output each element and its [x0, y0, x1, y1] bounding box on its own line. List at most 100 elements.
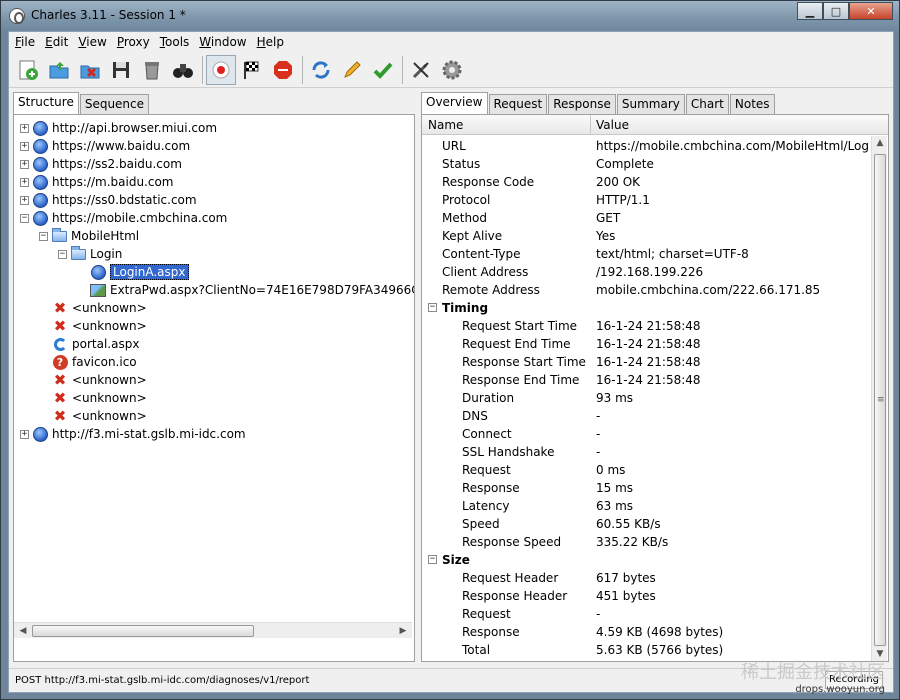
new-session-icon[interactable]: [13, 55, 43, 85]
menu-edit[interactable]: Edit: [39, 32, 72, 52]
breakpoints-flag-icon[interactable]: [237, 55, 267, 85]
tree-node[interactable]: + https://ss2.baidu.com: [20, 155, 182, 173]
save-session-icon[interactable]: [106, 55, 136, 85]
property-row[interactable]: Response Header 451 bytes: [422, 587, 872, 605]
charles-app-icon[interactable]: [9, 8, 25, 24]
property-row[interactable]: Response Start Time 16-1-24 21:58:48: [422, 353, 872, 371]
settings-gear-icon[interactable]: [437, 55, 467, 85]
property-row[interactable]: Speed 60.55 KB/s: [422, 515, 872, 533]
property-row[interactable]: Latency 63 ms: [422, 497, 872, 515]
property-row[interactable]: Remote Address mobile.cmbchina.com/222.66…: [422, 281, 872, 299]
property-row[interactable]: URL https://mobile.cmbchina.com/MobileHtm…: [422, 137, 872, 155]
horizontal-scrollbar[interactable]: ◀ ▶: [14, 622, 412, 638]
expand-icon[interactable]: +: [20, 195, 29, 205]
property-row[interactable]: Content-Type text/html; charset=UTF-8: [422, 245, 872, 263]
property-row[interactable]: Response Code 200 OK: [422, 173, 872, 191]
vertical-scrollbar[interactable]: ▲ ≡ ▼: [871, 136, 887, 661]
value-column-header[interactable]: Value: [596, 118, 629, 132]
name-column-header[interactable]: Name: [428, 118, 463, 132]
tree-node[interactable]: ✖ <unknown>: [39, 371, 147, 389]
tree-node[interactable]: − Login: [58, 245, 122, 263]
scroll-right-icon[interactable]: ▶: [396, 625, 410, 637]
find-binoculars-icon[interactable]: [168, 55, 198, 85]
structure-tree[interactable]: + http://api.browser.miui.com + https://www…: [13, 114, 415, 662]
menu-window[interactable]: Window: [193, 32, 250, 52]
tree-node[interactable]: + https://ss0.bdstatic.com: [20, 191, 197, 209]
edit-pencil-icon[interactable]: [337, 55, 367, 85]
clear-session-icon[interactable]: [137, 55, 167, 85]
collapse-icon[interactable]: −: [20, 213, 29, 223]
tab-chart[interactable]: Chart: [685, 94, 729, 114]
property-row[interactable]: Request Header 617 bytes: [422, 569, 872, 587]
overview-grid[interactable]: Name Value URL https://mobile.cmbchina.co…: [421, 114, 889, 662]
expand-icon[interactable]: +: [20, 141, 29, 151]
scroll-up-icon[interactable]: ▲: [873, 137, 887, 149]
property-row[interactable]: Response 4.59 KB (4698 bytes): [422, 623, 872, 641]
collapse-icon[interactable]: −: [428, 555, 437, 564]
stop-icon[interactable]: [268, 55, 298, 85]
close-session-icon[interactable]: [75, 55, 105, 85]
property-row[interactable]: Protocol HTTP/1.1: [422, 191, 872, 209]
property-row[interactable]: DNS -: [422, 407, 872, 425]
scroll-left-icon[interactable]: ◀: [16, 625, 30, 637]
title-bar[interactable]: Charles 3.11 - Session 1 * ▁ □ ✕: [1, 1, 899, 31]
property-row[interactable]: Request -: [422, 605, 872, 623]
tree-node[interactable]: LoginA.aspx: [77, 263, 189, 281]
property-row[interactable]: SSL Handshake -: [422, 443, 872, 461]
tree-node[interactable]: + http://api.browser.miui.com: [20, 119, 217, 137]
tree-node[interactable]: ✖ <unknown>: [39, 389, 147, 407]
menu-proxy[interactable]: Proxy: [111, 32, 154, 52]
open-session-icon[interactable]: [44, 55, 74, 85]
collapse-icon[interactable]: −: [39, 231, 48, 241]
group-row[interactable]: − Size: [422, 551, 872, 569]
expand-icon[interactable]: +: [20, 177, 29, 187]
horizontal-scroll-thumb[interactable]: [32, 625, 254, 637]
repeat-icon[interactable]: [306, 55, 336, 85]
tab-structure[interactable]: Structure: [13, 92, 79, 114]
property-row[interactable]: Request 0 ms: [422, 461, 872, 479]
property-row[interactable]: Connect -: [422, 425, 872, 443]
collapse-icon[interactable]: −: [428, 303, 437, 312]
property-row[interactable]: Kept Alive Yes: [422, 227, 872, 245]
tree-node[interactable]: portal.aspx: [39, 335, 139, 353]
menu-help[interactable]: Help: [251, 32, 288, 52]
property-row[interactable]: Request Start Time 16-1-24 21:58:48: [422, 317, 872, 335]
tree-node[interactable]: ✖ <unknown>: [39, 299, 147, 317]
record-icon[interactable]: [206, 54, 236, 85]
tree-node[interactable]: ✖ <unknown>: [39, 407, 147, 425]
tree-node[interactable]: + http://f3.mi-stat.gslb.mi-idc.com: [20, 425, 246, 443]
tree-node[interactable]: ? favicon.ico: [39, 353, 137, 371]
expand-icon[interactable]: +: [20, 159, 29, 169]
property-row[interactable]: Response Speed 335.22 KB/s: [422, 533, 872, 551]
tab-notes[interactable]: Notes: [729, 94, 775, 114]
group-row[interactable]: − Timing: [422, 299, 872, 317]
expand-icon[interactable]: +: [20, 123, 29, 133]
menu-file[interactable]: File: [9, 32, 39, 52]
property-row[interactable]: Request End Time 16-1-24 21:58:48: [422, 335, 872, 353]
tab-response[interactable]: Response: [548, 94, 616, 114]
validate-check-icon[interactable]: [368, 55, 398, 85]
collapse-icon[interactable]: −: [58, 249, 67, 259]
tree-node[interactable]: + https://m.baidu.com: [20, 173, 174, 191]
menu-view[interactable]: View: [72, 32, 110, 52]
vertical-scroll-thumb[interactable]: ≡: [874, 154, 886, 646]
tab-summary[interactable]: Summary: [616, 94, 685, 114]
property-row[interactable]: Status Complete: [422, 155, 872, 173]
property-row[interactable]: Response End Time 16-1-24 21:58:48: [422, 371, 872, 389]
tree-node[interactable]: ExtraPwd.aspx?ClientNo=74E16E798D79FA349…: [77, 281, 414, 299]
property-row[interactable]: Total 5.63 KB (5766 bytes): [422, 641, 872, 659]
tab-request[interactable]: Request: [488, 94, 548, 114]
tree-node[interactable]: − MobileHtml: [39, 227, 139, 245]
tab-sequence[interactable]: Sequence: [79, 94, 150, 114]
maximize-button[interactable]: □: [823, 2, 849, 20]
close-button[interactable]: ✕: [849, 2, 893, 20]
property-row[interactable]: Response 15 ms: [422, 479, 872, 497]
expand-icon[interactable]: +: [20, 429, 29, 439]
tree-node[interactable]: − https://mobile.cmbchina.com: [20, 209, 227, 227]
tree-node[interactable]: + https://www.baidu.com: [20, 137, 190, 155]
menu-tools[interactable]: Tools: [154, 32, 194, 52]
tree-node[interactable]: ✖ <unknown>: [39, 317, 147, 335]
property-row[interactable]: Duration 93 ms: [422, 389, 872, 407]
property-row[interactable]: Method GET: [422, 209, 872, 227]
tab-overview[interactable]: Overview: [421, 92, 488, 114]
